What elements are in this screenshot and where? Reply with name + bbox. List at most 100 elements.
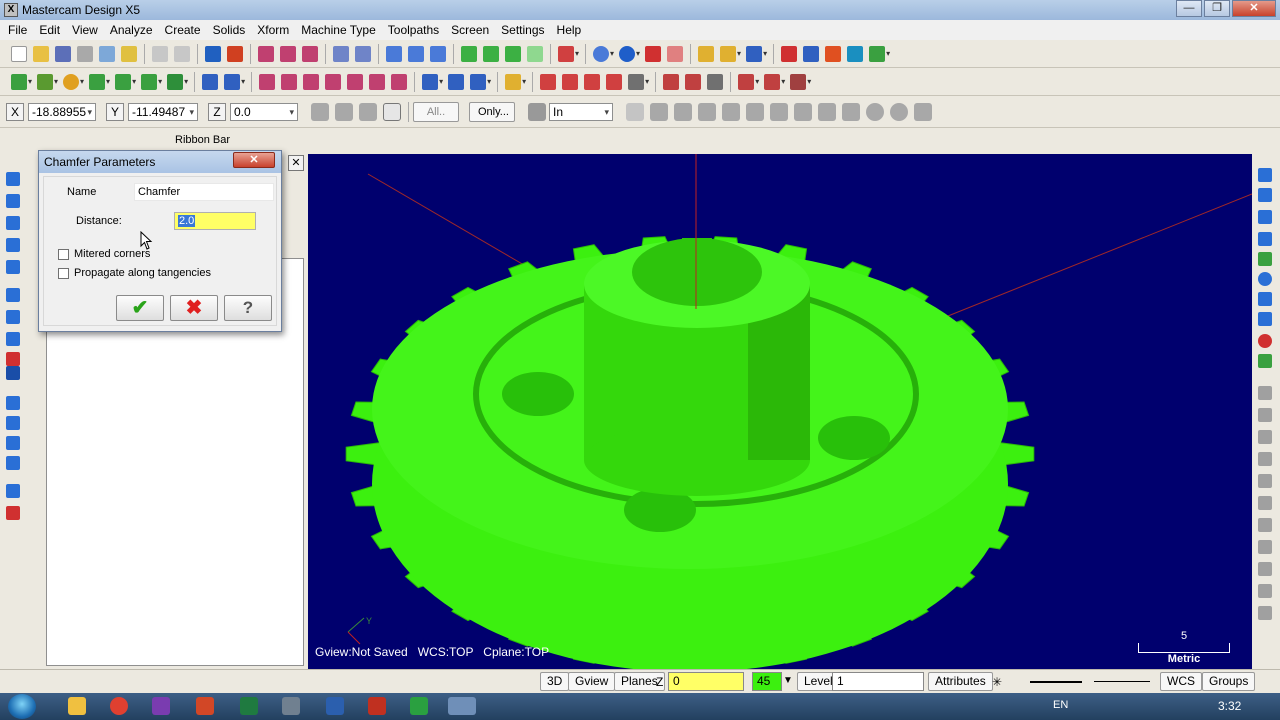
view-normal-icon[interactable] bbox=[1258, 292, 1272, 306]
excel-icon[interactable] bbox=[240, 697, 258, 715]
xform-rotate-icon[interactable] bbox=[281, 73, 298, 90]
chevron-down-icon[interactable]: ▾ bbox=[636, 49, 640, 58]
menu-analyze[interactable]: Analyze bbox=[104, 23, 159, 37]
solid-extrude-icon[interactable] bbox=[483, 45, 499, 62]
autocursor-icon[interactable] bbox=[335, 102, 353, 121]
menu-xform[interactable]: Xform bbox=[251, 23, 295, 37]
calculator-icon[interactable] bbox=[825, 45, 842, 62]
tool-gray-10-icon[interactable] bbox=[1258, 584, 1272, 598]
fast-point-icon[interactable] bbox=[311, 102, 329, 121]
layer-icon[interactable] bbox=[6, 288, 20, 302]
arrange-icon[interactable] bbox=[869, 45, 886, 62]
analyze-angle-icon[interactable] bbox=[606, 73, 623, 90]
sweep-icon[interactable] bbox=[6, 332, 20, 346]
z-axis-button[interactable]: Z bbox=[208, 102, 226, 121]
folder-icon[interactable] bbox=[68, 697, 86, 715]
x-axis-button[interactable]: X bbox=[6, 102, 24, 121]
analyze-list-icon[interactable] bbox=[562, 73, 579, 90]
select-area-icon[interactable] bbox=[722, 102, 740, 121]
chevron-down-icon[interactable]: ▾ bbox=[522, 77, 526, 86]
chevron-down-icon[interactable]: ▾ bbox=[439, 77, 443, 86]
save-icon[interactable] bbox=[55, 45, 71, 62]
chevron-down-icon[interactable]: ▾ bbox=[132, 77, 136, 86]
help-icon[interactable] bbox=[383, 102, 401, 121]
help-button[interactable]: ? bbox=[224, 295, 272, 321]
menu-edit[interactable]: Edit bbox=[33, 23, 66, 37]
backplot-icon[interactable] bbox=[430, 45, 446, 62]
chevron-down-icon[interactable]: ▾ bbox=[184, 77, 188, 86]
close-panel-button[interactable]: ✕ bbox=[288, 155, 304, 171]
gear-icon[interactable] bbox=[528, 102, 546, 121]
verify-icon[interactable] bbox=[408, 45, 424, 62]
solid-trim-icon[interactable] bbox=[738, 73, 755, 90]
solid-draft-icon[interactable] bbox=[790, 73, 807, 90]
point-create-icon[interactable] bbox=[11, 73, 27, 90]
chevron-down-icon[interactable]: ▾ bbox=[80, 77, 84, 86]
tool-gray-1-icon[interactable] bbox=[1258, 386, 1272, 400]
tool-gray-4-icon[interactable] bbox=[1258, 452, 1272, 466]
select-body-icon[interactable] bbox=[746, 102, 764, 121]
tool-gray-11-icon[interactable] bbox=[1258, 606, 1272, 620]
chain-icon[interactable] bbox=[386, 45, 402, 62]
end-selection-icon[interactable] bbox=[890, 102, 908, 121]
repaint-icon[interactable] bbox=[227, 45, 243, 62]
table-icon[interactable] bbox=[6, 416, 20, 430]
select-face-icon[interactable] bbox=[770, 102, 788, 121]
hatch-icon[interactable] bbox=[470, 73, 487, 90]
chevron-down-icon[interactable]: ▾ bbox=[737, 49, 741, 58]
view-front-icon[interactable] bbox=[1258, 188, 1272, 202]
pan-icon[interactable] bbox=[205, 45, 221, 62]
fillet-create-icon[interactable] bbox=[89, 73, 106, 90]
chevron-down-icon[interactable]: ▾ bbox=[487, 77, 491, 86]
line-width-field[interactable] bbox=[1094, 681, 1150, 682]
maximize-button[interactable]: ❐ bbox=[1204, 0, 1230, 17]
wand-icon[interactable] bbox=[720, 45, 737, 62]
shapes-icon[interactable] bbox=[6, 506, 20, 520]
surface-create-icon[interactable] bbox=[167, 73, 184, 90]
tool-gray-2-icon[interactable] bbox=[1258, 408, 1272, 422]
cursor-select-icon[interactable] bbox=[626, 102, 644, 121]
point-style-icon[interactable]: ✳ bbox=[992, 675, 1002, 689]
select-only-button[interactable]: Only... bbox=[469, 101, 515, 122]
open-file-icon[interactable] bbox=[33, 45, 49, 62]
analyze-chain-icon[interactable] bbox=[628, 73, 645, 90]
solid-fillet-icon[interactable] bbox=[663, 73, 680, 90]
chevron-down-icon[interactable]: ▾ bbox=[763, 49, 767, 58]
zoom-selected-icon[interactable] bbox=[355, 45, 371, 62]
menu-help[interactable]: Help bbox=[551, 23, 588, 37]
dimension-icon[interactable] bbox=[422, 73, 439, 90]
chevron-down-icon[interactable]: ▾ bbox=[241, 77, 245, 86]
chevron-down-icon[interactable]: ▾ bbox=[54, 77, 58, 86]
view-sphere-icon[interactable] bbox=[1258, 272, 1272, 286]
paint-icon[interactable] bbox=[6, 396, 20, 410]
select-back-icon[interactable] bbox=[818, 102, 836, 121]
menu-solids[interactable]: Solids bbox=[207, 23, 252, 37]
loft-icon[interactable] bbox=[6, 352, 20, 366]
solid-box-icon[interactable] bbox=[461, 45, 477, 62]
chevron-down-icon[interactable]: ▾ bbox=[886, 49, 890, 58]
color-cube-icon[interactable] bbox=[6, 260, 20, 274]
toolpath-manager-icon[interactable] bbox=[6, 172, 20, 186]
xform-project-icon[interactable] bbox=[369, 73, 386, 90]
line-style-field[interactable] bbox=[1030, 681, 1082, 683]
drill-icon[interactable] bbox=[505, 73, 522, 90]
z-coordinate-field[interactable]: 0.0 bbox=[230, 102, 298, 121]
line-create-icon[interactable] bbox=[37, 73, 54, 90]
color-chevron-icon[interactable]: ▼ bbox=[783, 675, 793, 686]
word-icon[interactable] bbox=[326, 697, 344, 715]
solid-wire-icon[interactable] bbox=[527, 45, 543, 62]
fill-icon[interactable] bbox=[6, 436, 20, 450]
trim-icon[interactable] bbox=[202, 73, 219, 90]
break-icon[interactable] bbox=[224, 73, 241, 90]
menu-create[interactable]: Create bbox=[159, 23, 207, 37]
view-box-icon[interactable] bbox=[1258, 354, 1272, 368]
z-depth-field[interactable]: 0 bbox=[668, 672, 744, 691]
material-icon[interactable] bbox=[645, 45, 662, 62]
new-file-icon[interactable] bbox=[11, 45, 27, 62]
grid-icon[interactable] bbox=[803, 45, 820, 62]
gview-button[interactable]: Gview bbox=[568, 672, 616, 691]
spline-create-icon[interactable] bbox=[141, 73, 158, 90]
chevron-down-icon[interactable]: ▾ bbox=[807, 77, 811, 86]
propagate-checkbox[interactable] bbox=[58, 268, 69, 279]
settings-app-icon[interactable] bbox=[282, 697, 300, 715]
